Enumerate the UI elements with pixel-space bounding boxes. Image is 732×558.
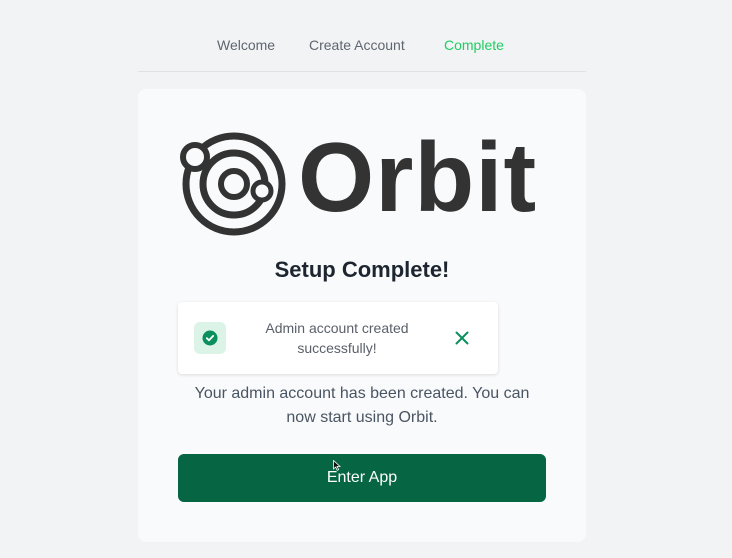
mouse-cursor-icon: [333, 460, 341, 471]
toast-message: Admin account created successfully!: [265, 320, 409, 356]
check-circle-icon: [202, 330, 218, 346]
setup-stepper: Welcome Create Account Complete: [138, 0, 586, 72]
toast-icon-badge: [194, 322, 226, 354]
orbit-logo-wordmark: Orbit: [298, 122, 538, 232]
page-title: Setup Complete!: [274, 257, 450, 282]
close-icon[interactable]: [454, 330, 470, 346]
success-toast: Admin account created successfully!: [178, 302, 498, 374]
orbit-logo-icon: [180, 132, 286, 236]
completion-description: Your admin account has been created. You…: [194, 385, 530, 426]
enter-app-button[interactable]: Enter App: [178, 454, 546, 502]
step-complete[interactable]: Complete: [444, 37, 504, 53]
setup-card: Orbit Setup Complete! Admin account crea…: [138, 89, 586, 542]
step-create-account[interactable]: Create Account: [309, 37, 405, 53]
orbit-logo: Orbit: [180, 122, 546, 237]
step-welcome[interactable]: Welcome: [217, 37, 275, 53]
